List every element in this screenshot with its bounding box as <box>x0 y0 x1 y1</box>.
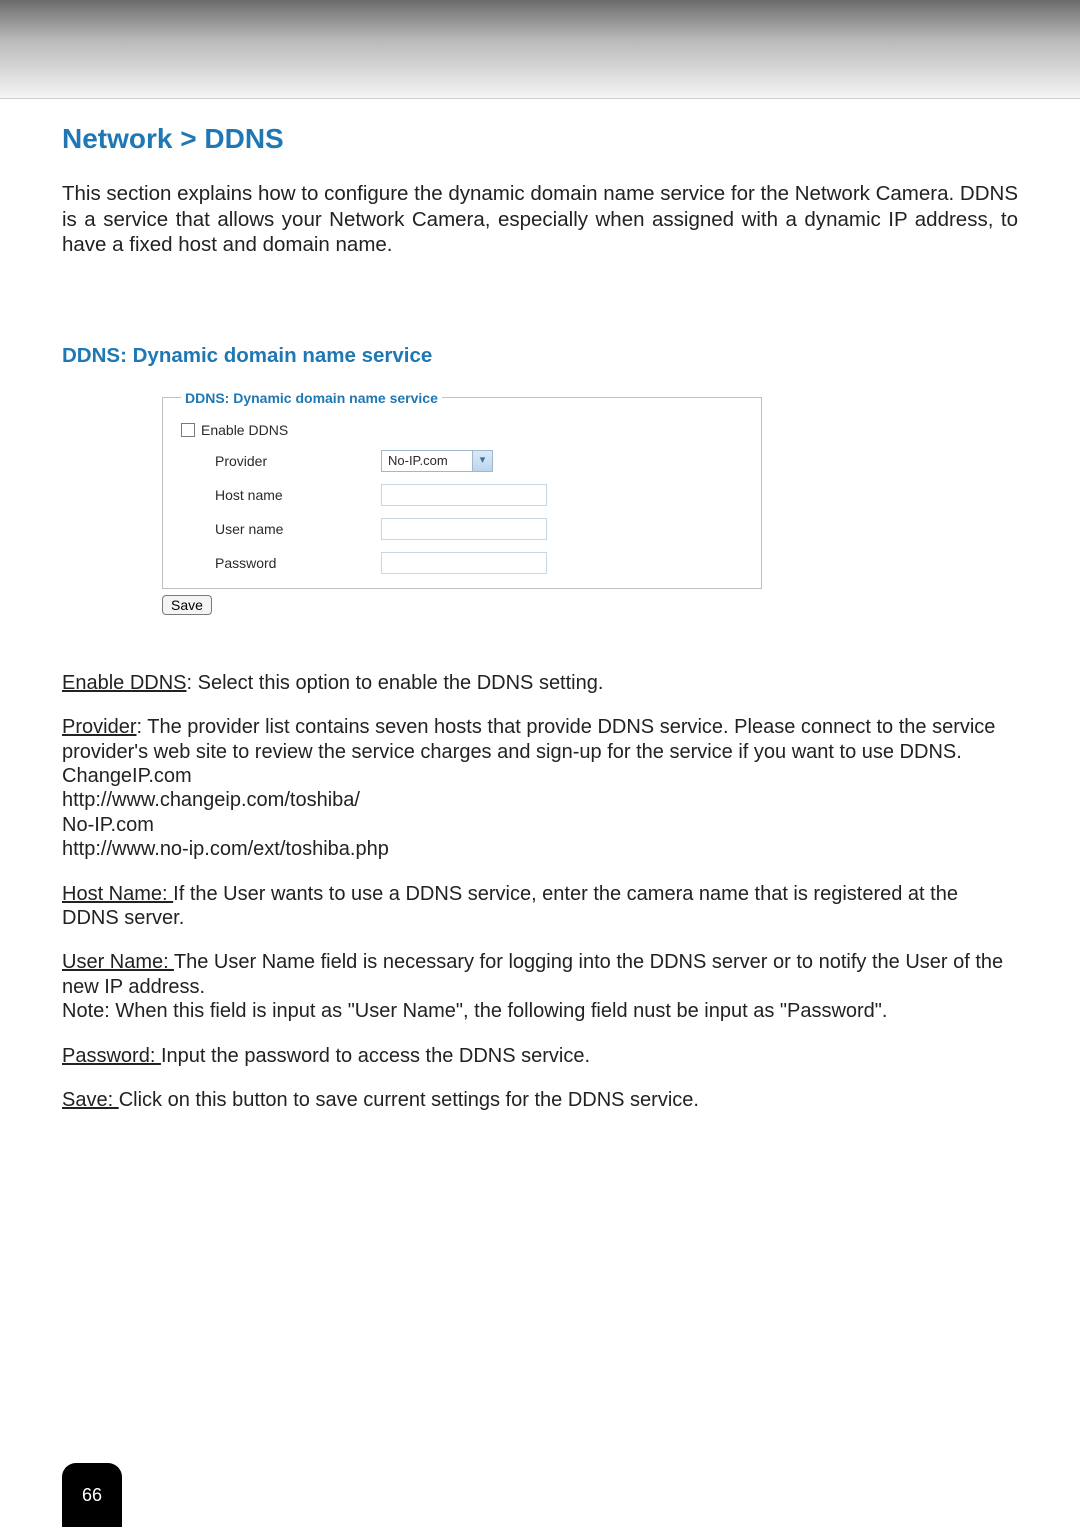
enable-ddns-label: Enable DDNS <box>201 422 288 438</box>
save-button[interactable]: Save <box>162 595 212 615</box>
doc-provider: Provider: The provider list contains sev… <box>62 715 1018 764</box>
password-input[interactable] <box>381 552 547 574</box>
password-label: Password <box>181 555 381 571</box>
text-enable-ddns: : Select this option to enable the DDNS … <box>187 672 604 694</box>
term-enable-ddns: Enable DDNS <box>62 672 187 694</box>
page-number: 66 <box>82 1485 102 1506</box>
text-provider: : The provider list contains seven hosts… <box>62 716 995 762</box>
ddns-panel: DDNS: Dynamic domain name service Enable… <box>162 390 762 615</box>
provider-select-value: No-IP.com <box>382 453 472 468</box>
doc-enable-ddns: Enable DDNS: Select this option to enabl… <box>62 671 1018 695</box>
doc-changeip-name: ChangeIP.com <box>62 764 1018 788</box>
doc-username-note: Note: When this field is input as "User … <box>62 999 1018 1023</box>
header-gradient <box>0 0 1080 99</box>
hostname-input[interactable] <box>381 484 547 506</box>
username-input[interactable] <box>381 518 547 540</box>
doc-save: Save: Click on this button to save curre… <box>62 1088 1018 1112</box>
text-hostname: If the User wants to use a DDNS service,… <box>62 883 958 929</box>
term-provider: Provider <box>62 716 136 738</box>
intro-paragraph: This section explains how to configure t… <box>62 181 1018 258</box>
doc-noip-name: No-IP.com <box>62 813 1018 837</box>
hostname-label: Host name <box>181 487 381 503</box>
text-password: Input the password to access the DDNS se… <box>161 1045 590 1067</box>
section-subheading: DDNS: Dynamic domain name service <box>62 344 1018 368</box>
username-label: User name <box>181 521 381 537</box>
text-username: The User Name field is necessary for log… <box>62 951 1003 997</box>
breadcrumb: Network > DDNS <box>62 123 1018 155</box>
provider-label: Provider <box>181 453 381 469</box>
term-save: Save: <box>62 1089 119 1111</box>
term-password: Password: <box>62 1045 161 1067</box>
ddns-fieldset: DDNS: Dynamic domain name service Enable… <box>162 390 762 589</box>
doc-username: User Name: The User Name field is necess… <box>62 950 1018 999</box>
chevron-down-icon: ▾ <box>472 451 492 471</box>
provider-select[interactable]: No-IP.com ▾ <box>381 450 493 472</box>
fieldset-legend: DDNS: Dynamic domain name service <box>181 390 442 406</box>
text-save: Click on this button to save current set… <box>119 1089 699 1111</box>
enable-ddns-checkbox[interactable] <box>181 423 195 437</box>
term-hostname: Host Name: <box>62 883 173 905</box>
page-number-tab: 66 <box>62 1463 122 1527</box>
doc-hostname: Host Name: If the User wants to use a DD… <box>62 882 1018 931</box>
doc-password: Password: Input the password to access t… <box>62 1044 1018 1068</box>
doc-noip-url: http://www.no-ip.com/ext/toshiba.php <box>62 837 1018 861</box>
term-username: User Name: <box>62 951 174 973</box>
doc-changeip-url: http://www.changeip.com/toshiba/ <box>62 788 1018 812</box>
